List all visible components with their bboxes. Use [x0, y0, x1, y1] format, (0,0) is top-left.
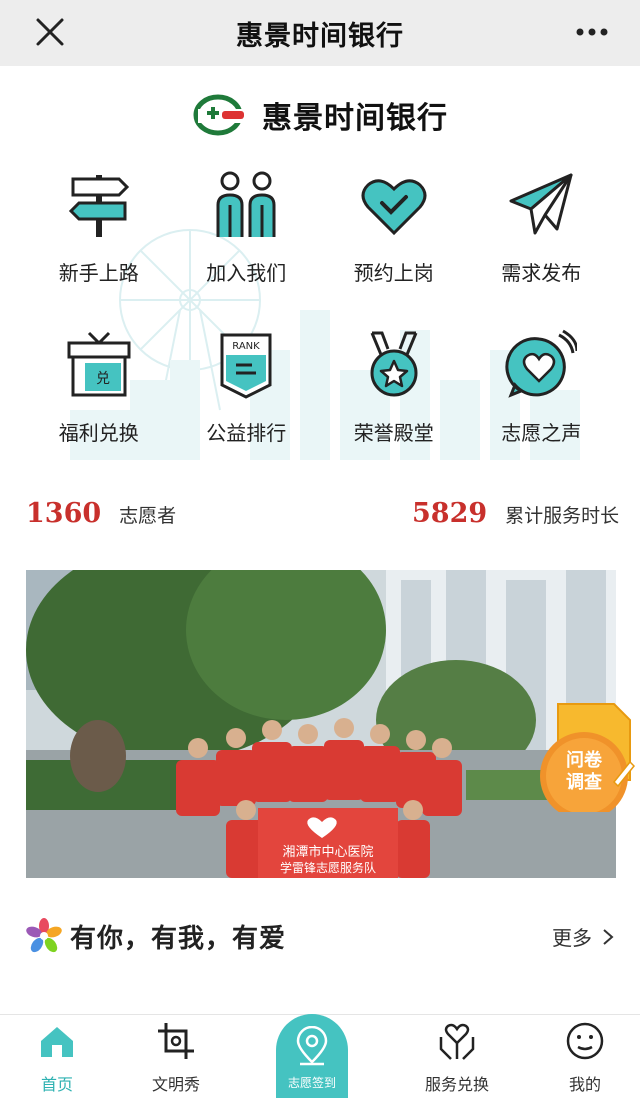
location-pin-icon: [296, 1026, 328, 1066]
signpost-icon: [68, 175, 129, 237]
menu-label: 公益排行: [206, 421, 287, 445]
stat-volunteers: 1360 志愿者: [26, 498, 176, 529]
nav-bar: 惠景时间银行: [0, 0, 640, 66]
menu-label: 新手上路: [58, 261, 139, 285]
hours-count: 5829: [412, 498, 488, 529]
more-link[interactable]: 更多: [552, 922, 616, 951]
close-icon[interactable]: [30, 12, 70, 52]
group-photo-icon: 湘潭市中心医院 学雷锋志愿服务队: [26, 570, 616, 878]
menu-item-honor-hall[interactable]: 荣誉殿堂: [320, 325, 468, 465]
tab-mine[interactable]: 我的: [530, 1021, 640, 1097]
page-title: 惠景时间银行: [236, 20, 404, 52]
stat-hours: 5829 累计服务时长: [412, 498, 619, 529]
more-label: 更多: [552, 926, 592, 950]
svg-text:问卷: 问卷: [566, 749, 603, 771]
menu-label: 加入我们: [206, 261, 287, 285]
menu-label: 志愿之声: [501, 421, 582, 445]
tab-civilization-show[interactable]: 文明秀: [121, 1021, 231, 1097]
menu-label: 预约上岗: [353, 261, 434, 285]
pinwheel-logo-icon: [26, 918, 62, 953]
menu-item-publish-request[interactable]: 需求发布: [468, 165, 616, 325]
survey-button[interactable]: 问卷 调查: [536, 700, 636, 820]
feature-grid: 新手上路 加入我们 预约上岗 需求发布 兑 福利兑换 RANK 公益排行 荣誉殿…: [25, 165, 615, 465]
more-icon[interactable]: [572, 14, 612, 50]
survey-icon: 问卷 调查: [540, 703, 636, 820]
hours-label: 累计服务时长: [505, 505, 620, 527]
menu-item-ranking[interactable]: RANK 公益排行: [173, 325, 321, 465]
brand-name: 惠景时间银行: [262, 101, 448, 136]
menu-label: 需求发布: [501, 261, 582, 285]
crop-icon: [158, 1023, 194, 1059]
banner-image[interactable]: 湘潭市中心医院 学雷锋志愿服务队: [26, 570, 616, 878]
menu-label: 福利兑换: [58, 421, 139, 445]
tab-label: 文明秀: [151, 1075, 200, 1094]
menu-item-join-us[interactable]: 加入我们: [173, 165, 321, 325]
menu-item-benefits[interactable]: 兑 福利兑换: [25, 325, 173, 465]
tab-volunteer-checkin[interactable]: 志愿签到: [276, 1014, 348, 1098]
people-icon: [216, 171, 276, 237]
home-icon: [41, 1027, 73, 1057]
gift-box-icon: 兑: [67, 331, 131, 397]
heart-hands-icon: [439, 1023, 475, 1060]
svg-text:RANK: RANK: [233, 341, 261, 352]
chevron-right-icon: [603, 928, 614, 945]
svg-text:兑: 兑: [96, 371, 110, 387]
volunteer-count: 1360: [26, 498, 102, 529]
section-header: 有你，有我，有爱 更多: [26, 912, 616, 960]
menu-item-volunteer-voice[interactable]: 志愿之声: [468, 325, 616, 465]
section-title: 有你，有我，有爱: [70, 923, 287, 954]
svg-text:调查: 调查: [566, 771, 602, 793]
volunteer-label: 志愿者: [119, 505, 177, 527]
stats-bar: 1360 志愿者 5829 累计服务时长: [0, 498, 640, 542]
tab-label: 服务兑换: [424, 1075, 489, 1094]
smiley-face-icon: [566, 1022, 604, 1060]
menu-item-appointment[interactable]: 预约上岗: [320, 165, 468, 325]
tab-home[interactable]: 首页: [2, 1021, 112, 1097]
paper-plane-icon: [509, 173, 573, 235]
tab-label: 我的: [568, 1075, 601, 1094]
tab-label: 志愿签到: [287, 1076, 336, 1090]
medal-icon: [370, 331, 418, 397]
brand-header: 惠景时间银行: [0, 88, 640, 142]
rank-banner-icon: RANK: [220, 333, 272, 399]
heart-check-icon: [361, 179, 427, 236]
tab-service-exchange[interactable]: 服务兑换: [402, 1021, 512, 1097]
voice-heart-icon: [505, 329, 578, 398]
menu-label: 荣誉殿堂: [353, 421, 434, 445]
svg-text:学雷锋志愿服务队: 学雷锋志愿服务队: [280, 860, 376, 875]
menu-item-getting-started[interactable]: 新手上路: [25, 165, 173, 325]
tab-label: 首页: [40, 1075, 73, 1094]
svg-text:湘潭市中心医院: 湘潭市中心医院: [282, 844, 373, 860]
brand-logo-icon: [193, 94, 244, 136]
